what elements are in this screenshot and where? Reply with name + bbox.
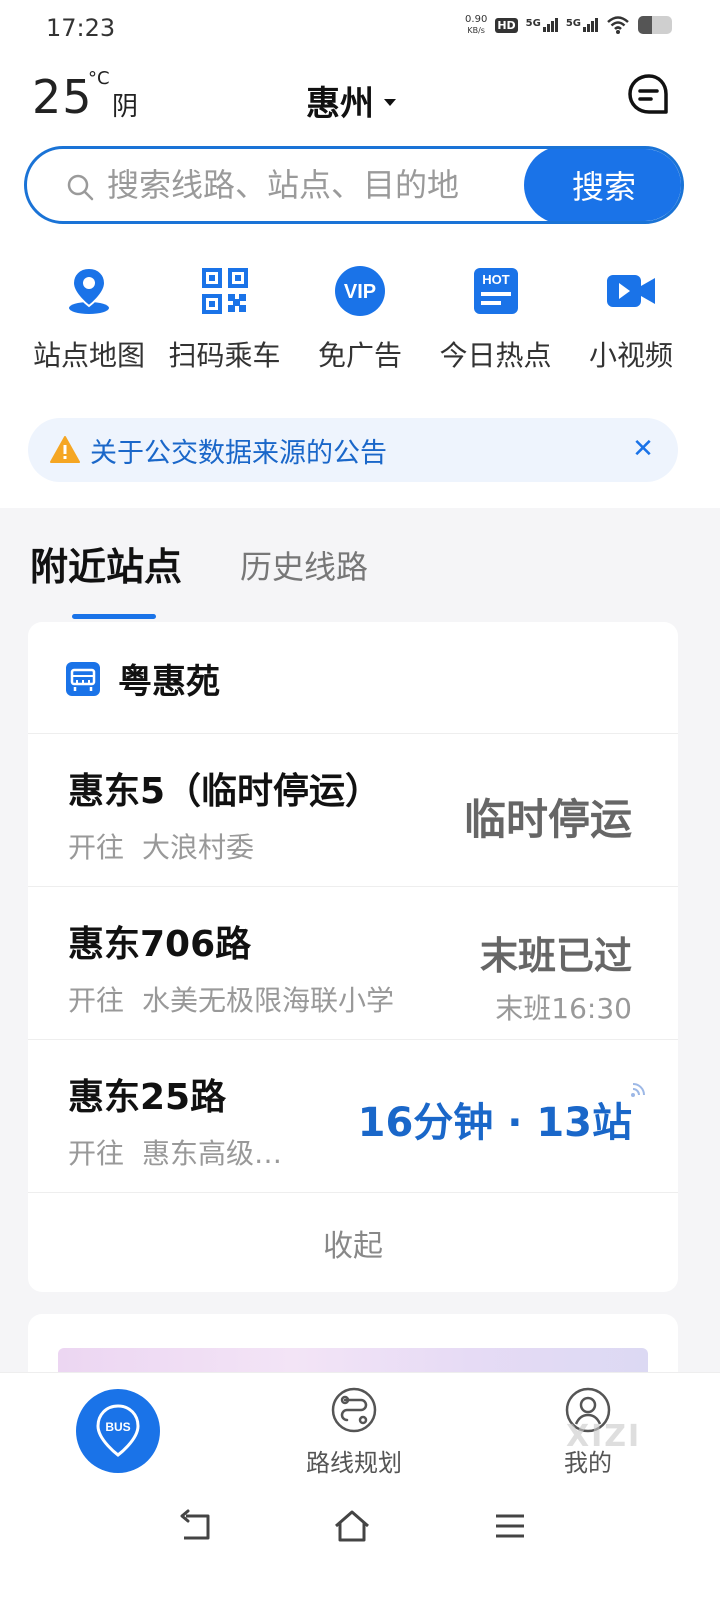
collapse-button[interactable]: 收起: [28, 1194, 678, 1292]
hd-icon: HD: [495, 17, 518, 33]
watermark: XIZI: [566, 1419, 642, 1454]
route-name: 惠东25路: [68, 1077, 227, 1118]
quick-action-label: 扫码乘车: [168, 339, 281, 372]
vip-icon: VIP: [333, 264, 387, 318]
quick-action-label: 站点地图: [32, 339, 145, 372]
app-screen: 17:23 0.90 KB/s HD 5G 5G 25 °C 阴 惠州 搜索线路…: [0, 0, 720, 1600]
video-camera-icon: [604, 264, 658, 318]
header: 25 °C 阴 惠州: [0, 62, 720, 132]
status-time: 17:23: [46, 14, 116, 42]
route-row[interactable]: 惠东25路 开往 惠东高级… 16分钟 · 13站: [28, 1040, 678, 1193]
message-icon[interactable]: [626, 72, 672, 118]
status-icons: 0.90 KB/s HD 5G 5G: [465, 14, 672, 36]
route-status: 临时停运: [463, 795, 632, 844]
route-destination: 开往 惠东高级…: [68, 1132, 282, 1172]
caret-down-icon: [384, 99, 396, 106]
destination-name: 惠东高级…: [142, 1137, 283, 1170]
hot-news-icon: HOT: [469, 264, 523, 318]
qr-code-icon: [198, 264, 252, 318]
quick-action-no-ads[interactable]: VIP 免广告: [297, 264, 423, 384]
vip-icon-text: VIP: [344, 281, 376, 303]
quick-actions: 站点地图 扫码乘车 VIP 免广告 HOT 今日热点 小视频: [26, 264, 694, 384]
network-speed-unit: KB/s: [467, 26, 485, 35]
route-plan-icon: [331, 1387, 377, 1433]
warning-icon: [50, 436, 80, 463]
city-name: 惠州: [306, 84, 374, 124]
route-name: 惠东5（临时停运）: [68, 771, 382, 812]
route-destination: 开往 大浪村委: [68, 826, 254, 866]
destination-name: 大浪村委: [142, 831, 255, 864]
search-bar: 搜索: [24, 146, 684, 224]
realtime-signal-icon: [631, 1083, 645, 1097]
quick-action-station-map[interactable]: 站点地图: [26, 264, 152, 384]
hot-icon-text: HOT: [482, 272, 510, 287]
direction-prefix: 开往: [68, 831, 125, 864]
stop-card: 粤惠苑 惠东5（临时停运） 开往 大浪村委 临时停运 惠东706路 开往 水美无极限…: [28, 622, 678, 1292]
arrival-eta: 16分钟 · 13站: [357, 1100, 632, 1146]
search-input[interactable]: [107, 159, 527, 211]
system-navigation-bar: [0, 1492, 720, 1600]
network-speed-value: 0.90: [465, 14, 488, 25]
close-icon[interactable]: ✕: [628, 434, 658, 464]
last-bus-time: 末班16:30: [495, 992, 632, 1025]
bus-pin-icon: BUS: [96, 1404, 140, 1457]
tab-active-indicator: [72, 614, 156, 619]
signal-icon-sim1: 5G: [526, 18, 558, 32]
route-status: 末班已过: [479, 934, 632, 978]
search-icon: [67, 174, 94, 201]
bus-stop-icon: [66, 662, 100, 696]
tab-history-routes[interactable]: 历史线路: [240, 542, 368, 588]
route-destination: 开往 水美无极限海联小学: [68, 979, 394, 1019]
route-row[interactable]: 惠东706路 开往 水美无极限海联小学 末班已过 末班16:30: [28, 887, 678, 1040]
announcement-text: 关于公交数据来源的公告: [90, 437, 387, 469]
quick-action-scan-ride[interactable]: 扫码乘车: [162, 264, 288, 384]
battery-icon: [638, 16, 672, 34]
search-button[interactable]: 搜索: [524, 149, 681, 221]
quick-action-hot-today[interactable]: HOT 今日热点: [433, 264, 559, 384]
destination-name: 水美无极限海联小学: [142, 984, 395, 1017]
nav-bus-button[interactable]: BUS: [76, 1389, 160, 1473]
tab-nearby-stops[interactable]: 附近站点: [30, 536, 182, 591]
direction-prefix: 开往: [68, 1137, 125, 1170]
direction-prefix: 开往: [68, 984, 125, 1017]
quick-action-label: 今日热点: [439, 339, 552, 372]
city-selector[interactable]: 惠州: [306, 76, 396, 125]
wifi-icon: [607, 16, 629, 34]
back-icon[interactable]: [176, 1508, 216, 1544]
nav-route-planning[interactable]: 路线规划: [294, 1387, 414, 1478]
signal-icon-sim2: 5G: [566, 18, 598, 32]
temperature: 25: [32, 70, 93, 124]
home-icon[interactable]: [332, 1508, 372, 1544]
quick-action-label: 小视频: [588, 339, 673, 372]
nearby-section: 附近站点 历史线路 粤惠苑 惠东5（临时停运） 开往 大浪村委 临时停运 惠东7…: [0, 508, 720, 1404]
menu-icon[interactable]: [490, 1508, 530, 1544]
quick-action-label: 免广告: [317, 339, 402, 372]
weather-condition: 阴: [112, 92, 139, 122]
stop-header[interactable]: 粤惠苑: [28, 622, 678, 734]
bus-label: BUS: [105, 1420, 130, 1434]
sim1-label: 5G: [525, 18, 541, 29]
status-bar: 17:23 0.90 KB/s HD 5G 5G: [0, 0, 720, 56]
route-name: 惠东706路: [68, 924, 252, 965]
announcement-banner[interactable]: 关于公交数据来源的公告 ✕: [28, 418, 678, 482]
route-row[interactable]: 惠东5（临时停运） 开往 大浪村委 临时停运: [28, 734, 678, 887]
sim2-label: 5G: [565, 18, 581, 29]
bottom-nav: BUS 路线规划 我的 XIZI: [0, 1372, 720, 1492]
network-speed: 0.90 KB/s: [465, 14, 487, 36]
temperature-unit: °C: [88, 68, 110, 89]
quick-action-short-video[interactable]: 小视频: [568, 264, 694, 384]
map-pin-icon: [62, 264, 116, 318]
nav-label: 路线规划: [306, 1449, 402, 1477]
stop-name: 粤惠苑: [118, 662, 220, 702]
